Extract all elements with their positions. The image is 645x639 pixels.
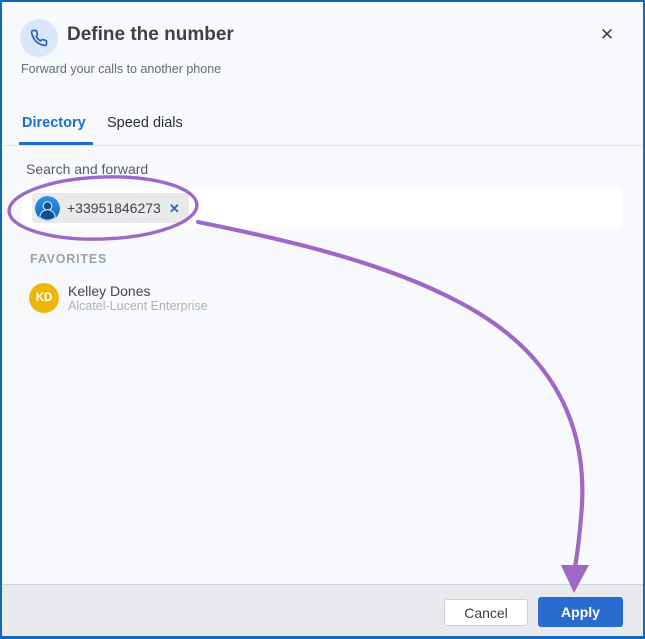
selected-number-chip[interactable]: +33951846273 ✕ xyxy=(32,193,189,223)
tab-speed-dials[interactable]: Speed dials xyxy=(107,115,183,131)
contact-name: Kelley Dones xyxy=(68,283,208,299)
cancel-button[interactable]: Cancel xyxy=(444,599,528,626)
close-icon[interactable]: ✕ xyxy=(594,22,620,48)
forward-number-value: +33951846273 xyxy=(67,200,161,216)
tab-directory[interactable]: Directory xyxy=(22,115,86,131)
favorites-header: FAVORITES xyxy=(30,252,107,266)
annotation-arrow xyxy=(198,222,582,567)
active-tab-underline xyxy=(19,142,93,145)
contact-row-kelley-dones[interactable]: KD Kelley Dones Alcatel-Lucent Enterpris… xyxy=(29,281,349,315)
phone-icon-badge xyxy=(20,19,58,57)
contact-avatar-icon xyxy=(35,196,60,221)
search-input[interactable]: +33951846273 ✕ xyxy=(22,187,623,228)
contact-text: Kelley Dones Alcatel-Lucent Enterprise xyxy=(68,283,208,314)
avatar: KD xyxy=(29,283,59,313)
contact-company: Alcatel-Lucent Enterprise xyxy=(68,299,208,314)
dialog-subtitle: Forward your calls to another phone xyxy=(21,62,221,76)
define-number-dialog: Define the number Forward your calls to … xyxy=(2,2,643,636)
phone-icon xyxy=(30,29,48,47)
annotation-overlay xyxy=(2,2,643,636)
dialog-title: Define the number xyxy=(67,24,234,46)
tab-bar: Directory Speed dials xyxy=(2,112,643,146)
remove-number-icon[interactable]: ✕ xyxy=(169,202,180,215)
dialog-frame: Define the number Forward your calls to … xyxy=(0,0,645,639)
search-and-forward-label: Search and forward xyxy=(26,161,148,177)
dialog-footer: Cancel Apply xyxy=(2,584,643,636)
apply-button[interactable]: Apply xyxy=(538,597,623,627)
